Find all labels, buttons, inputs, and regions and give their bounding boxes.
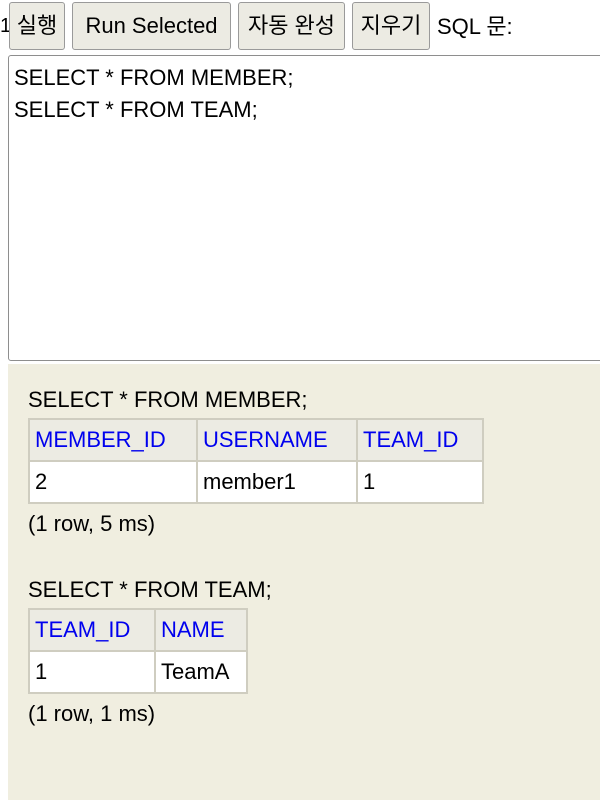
table-header-row: TEAM_ID NAME bbox=[28, 608, 248, 652]
result-block-member: SELECT * FROM MEMBER; MEMBER_ID USERNAME… bbox=[28, 386, 484, 538]
result-status-text: (1 row, 5 ms) bbox=[28, 511, 156, 536]
table-header-row: MEMBER_ID USERNAME TEAM_ID bbox=[28, 418, 484, 462]
query-toolbar: 1 실행 Run Selected 자동 완성 지우기 SQL 문: bbox=[0, 0, 600, 54]
sql-editor[interactable]: SELECT * FROM MEMBER; SELECT * FROM TEAM… bbox=[8, 55, 600, 361]
result-sql-text: SELECT * FROM MEMBER; bbox=[28, 387, 308, 412]
result-table: MEMBER_ID USERNAME TEAM_ID 2 member1 1 bbox=[28, 418, 484, 504]
table-cell: 1 bbox=[28, 650, 156, 694]
column-header-team-id[interactable]: TEAM_ID bbox=[356, 418, 484, 462]
column-header-name[interactable]: NAME bbox=[154, 608, 248, 652]
table-cell: 2 bbox=[28, 460, 198, 504]
result-table: TEAM_ID NAME 1 TeamA bbox=[28, 608, 248, 694]
table-row: 2 member1 1 bbox=[28, 460, 484, 504]
result-block-team: SELECT * FROM TEAM; TEAM_ID NAME 1 TeamA… bbox=[28, 576, 272, 728]
result-sql-text: SELECT * FROM TEAM; bbox=[28, 577, 272, 602]
table-cell: 1 bbox=[356, 460, 484, 504]
auto-complete-button[interactable]: 자동 완성 bbox=[238, 2, 345, 50]
results-panel: SELECT * FROM MEMBER; MEMBER_ID USERNAME… bbox=[8, 364, 600, 800]
table-cell: TeamA bbox=[154, 650, 248, 694]
column-header-team-id[interactable]: TEAM_ID bbox=[28, 608, 156, 652]
column-header-member-id[interactable]: MEMBER_ID bbox=[28, 418, 198, 462]
clear-button[interactable]: 지우기 bbox=[352, 2, 430, 50]
run-selected-button[interactable]: Run Selected bbox=[72, 2, 231, 50]
table-row: 1 TeamA bbox=[28, 650, 248, 694]
sql-statement-label: SQL 문: bbox=[437, 14, 513, 39]
result-status-text: (1 row, 1 ms) bbox=[28, 701, 156, 726]
column-header-username[interactable]: USERNAME bbox=[196, 418, 358, 462]
table-cell: member1 bbox=[196, 460, 358, 504]
run-button[interactable]: 실행 bbox=[9, 2, 65, 50]
